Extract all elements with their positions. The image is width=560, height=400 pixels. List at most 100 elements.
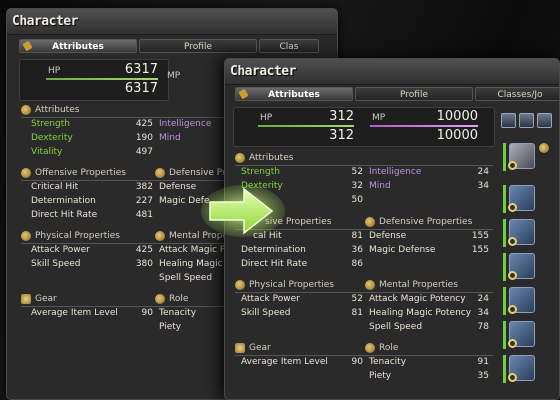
- new-mp-label: MP: [372, 113, 386, 123]
- new-stat-piety[interactable]: Piety: [369, 371, 391, 381]
- old-stat-determination[interactable]: Determination: [31, 196, 96, 206]
- ring-icon: [508, 161, 517, 170]
- new-stat-attack-power-value: 52: [351, 294, 363, 304]
- new-stat-avg-item-level-value: 90: [351, 357, 363, 367]
- document-icon[interactable]: [537, 113, 552, 128]
- old-stat-spell-speed[interactable]: Spell Speed: [159, 273, 212, 283]
- new-hp-bar: [258, 125, 354, 127]
- hands-slot[interactable]: [508, 253, 535, 280]
- old-physical-header: Physical Properties: [35, 231, 120, 241]
- new-stat-determination-value: 36: [351, 245, 363, 255]
- new-stat-tenacity-value: 91: [477, 357, 489, 367]
- old-tab-profile[interactable]: Profile: [139, 39, 257, 53]
- old-role-header: Role: [169, 294, 189, 304]
- role-icon: [365, 343, 375, 353]
- old-gear-header: Gear: [35, 294, 57, 304]
- new-stat-intelligence[interactable]: Intelligence: [369, 167, 421, 177]
- new-mp-max: 10000: [436, 128, 478, 143]
- new-stat-spell-speed[interactable]: Spell Speed: [369, 322, 422, 332]
- divider: [235, 355, 493, 356]
- new-stat-magic-defense[interactable]: Magic Defense: [369, 245, 435, 255]
- new-attributes-header: Attributes: [249, 153, 294, 163]
- new-stat-strength-value: 52: [351, 167, 363, 177]
- old-stat-avg-item-level-value: 90: [141, 308, 153, 318]
- new-tab-classes-jobs[interactable]: Classes/Jo: [475, 87, 559, 101]
- new-stat-piety-value: 35: [477, 371, 489, 381]
- new-tab-bar: Attributes Profile Classes/Jo: [235, 87, 559, 101]
- key-icon: [238, 88, 249, 100]
- ring-icon: [508, 237, 517, 246]
- old-stat-direct-hit-value: 481: [135, 210, 153, 220]
- ring-icon: [508, 373, 517, 382]
- new-stat-critical-hit-value: 81: [351, 231, 363, 241]
- new-stat-avg-item-level[interactable]: Average Item Level: [241, 357, 328, 367]
- old-tab-attributes[interactable]: Attributes: [19, 39, 137, 53]
- slot-indicator: [503, 219, 506, 247]
- old-window-title[interactable]: Character: [7, 9, 337, 35]
- physical-icon: [235, 280, 245, 290]
- old-stat-strength[interactable]: Strength: [31, 119, 70, 129]
- offensive-icon: [21, 168, 31, 178]
- old-stat-avg-item-level[interactable]: Average Item Level: [31, 308, 118, 318]
- new-stat-mind[interactable]: Mind: [369, 181, 391, 191]
- weapon-slot[interactable]: [508, 143, 535, 170]
- old-stat-determination-value: 227: [135, 196, 153, 206]
- old-stat-piety[interactable]: Piety: [159, 322, 181, 332]
- new-stat-tenacity[interactable]: Tenacity: [369, 357, 406, 367]
- new-stat-skill-speed-value: 81: [351, 308, 363, 318]
- new-stat-defense-value: 155: [471, 231, 489, 241]
- old-tab-classes[interactable]: Clas: [259, 39, 319, 53]
- new-stat-mind-value: 34: [477, 181, 489, 191]
- old-stat-vitality[interactable]: Vitality: [31, 147, 62, 157]
- old-stat-dexterity[interactable]: Dexterity: [31, 133, 73, 143]
- key-icon: [22, 40, 33, 52]
- old-tab-bar: Attributes Profile Clas: [19, 39, 321, 53]
- new-hpmp-panel: HP 312 312 MP 10000 10000: [233, 107, 495, 147]
- new-stat-determination[interactable]: Determination: [241, 245, 306, 255]
- old-stat-dexterity-value: 190: [135, 133, 153, 143]
- old-stat-intelligence[interactable]: Intelligence: [159, 119, 211, 129]
- new-stat-dexterity-value: 32: [351, 181, 363, 191]
- new-stat-healing-magic-value: 34: [477, 308, 489, 318]
- old-defensive-header: Defensive Pro: [169, 168, 232, 178]
- waist-slot[interactable]: [508, 287, 535, 314]
- new-stat-defense[interactable]: Defense: [369, 231, 406, 241]
- divider: [235, 292, 493, 293]
- offhand-key-icon: [539, 143, 549, 153]
- new-stat-attack-power[interactable]: Attack Power: [241, 294, 300, 304]
- head-slot[interactable]: [508, 185, 535, 212]
- old-stat-direct-hit[interactable]: Direct Hit Rate: [31, 210, 97, 220]
- new-stat-attack-magic[interactable]: Attack Magic Potency: [369, 294, 466, 304]
- old-hp-max: 6317: [124, 81, 158, 96]
- new-stat-skill-speed[interactable]: Skill Speed: [241, 308, 291, 318]
- ring-icon: [508, 305, 517, 314]
- old-stat-vitality-value: 497: [135, 147, 153, 157]
- new-physical-header: Physical Properties: [249, 280, 334, 290]
- new-stat-strength[interactable]: Strength: [241, 167, 280, 177]
- new-tab-attributes[interactable]: Attributes: [235, 87, 353, 101]
- new-mp-current: 10000: [436, 109, 478, 124]
- gear-icon: [235, 343, 245, 353]
- new-stat-direct-hit[interactable]: Direct Hit Rate: [241, 259, 307, 269]
- slot-indicator: [503, 185, 506, 213]
- gear-set-button[interactable]: [519, 113, 534, 128]
- new-tab-profile[interactable]: Profile: [355, 87, 473, 101]
- old-stat-defense[interactable]: Defense: [159, 182, 196, 192]
- feet-slot[interactable]: [508, 355, 535, 382]
- ring-icon: [508, 203, 517, 212]
- character-model-button[interactable]: [501, 113, 516, 128]
- old-stat-attack-magic[interactable]: Attack Magic P: [159, 245, 225, 255]
- defensive-icon: [155, 168, 165, 178]
- legs-slot[interactable]: [508, 321, 535, 348]
- old-stat-attack-power[interactable]: Attack Power: [31, 245, 90, 255]
- old-stat-tenacity[interactable]: Tenacity: [159, 308, 196, 318]
- new-role-header: Role: [379, 343, 399, 353]
- new-window-title[interactable]: Character: [225, 59, 559, 85]
- slot-indicator: [503, 355, 506, 383]
- old-stat-mind[interactable]: Mind: [159, 133, 181, 143]
- old-stat-healing-magic[interactable]: Healing Magic: [159, 259, 223, 269]
- old-stat-critical-hit[interactable]: Critical Hit: [31, 182, 78, 192]
- body-slot[interactable]: [508, 219, 535, 246]
- old-stat-skill-speed[interactable]: Skill Speed: [31, 259, 81, 269]
- new-hp-label: HP: [260, 113, 273, 123]
